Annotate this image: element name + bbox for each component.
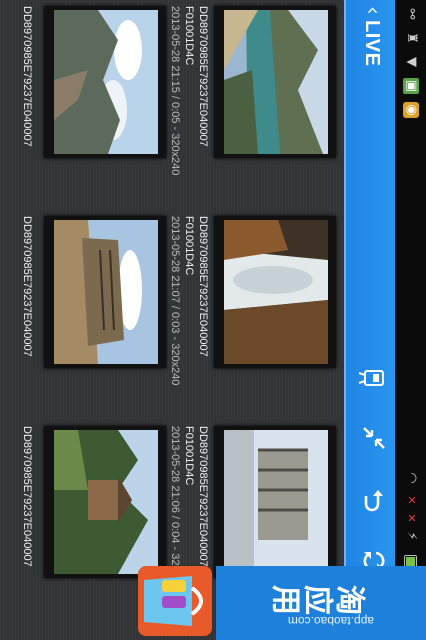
video-name: DD8970985E79237E040007 (21, 6, 33, 147)
video-grid: DD8970985E79237E040007 F01001D4C 2013-05… (0, 0, 344, 640)
video-thumbnail[interactable] (44, 216, 166, 368)
signal-off-icon: ✕ (405, 513, 418, 523)
video-name-suffix: F01001D4C (183, 6, 195, 66)
video-info: 2013-05-28 21:07 / 0:03 - 320x240 (169, 216, 181, 386)
ad-brand: 淘应用 (270, 579, 366, 614)
collapse-arrows-icon[interactable] (355, 422, 387, 454)
video-thumbnail[interactable] (214, 6, 336, 158)
status-bar: ⚯ ♜ ▼ ▣ ◉ ◠ ✕ ✕ ⚡ 2 (395, 0, 426, 640)
action-bar: ‹ LIVE (344, 0, 395, 640)
video-column: DD8970985E79237E040007 F01001D4C 2013-05… (0, 0, 344, 210)
video-meta: DD8970985E79237E040007 (20, 216, 34, 416)
video-name-suffix: F01001D4C (183, 216, 195, 276)
video-name: DD8970985E79237E040007 (197, 216, 209, 357)
page-title: LIVE (361, 20, 383, 67)
camera-icon[interactable] (355, 362, 387, 394)
charging-icon: ⚡ (404, 531, 419, 541)
video-thumbnail[interactable] (214, 426, 336, 578)
undo-icon[interactable] (355, 484, 387, 516)
taobao-ad[interactable] (0, 562, 216, 640)
video-meta: DD8970985E79237E040007 (20, 6, 34, 206)
wifi-icon: ◠ (404, 472, 419, 484)
app-notification-icon: ▣ (403, 78, 419, 94)
ad-url: app.taobao.com (287, 614, 374, 628)
video-name: DD8970985E79237E040007 (197, 6, 209, 147)
video-thumbnail[interactable] (214, 216, 336, 368)
video-column: DD8970985E79237E040007 F01001D4C 2013-05… (0, 210, 344, 420)
ad-text-block[interactable]: 淘应用 app.taobao.com (216, 566, 426, 640)
app-notification-icon: ◉ (403, 102, 419, 118)
signal-off-icon: ✕ (405, 495, 418, 505)
video-info: 2013-05-28 21:15 / 0:05 - 320x240 (169, 6, 181, 176)
shopping-bag-icon (138, 566, 212, 636)
android-debug-icon: ♜ (404, 32, 419, 44)
video-thumbnail[interactable] (44, 426, 166, 578)
video-meta: DD8970985E79237E040007 F01001D4C 2013-05… (168, 6, 210, 206)
usb-icon: ⚯ (404, 8, 419, 20)
video-name: DD8970985E79237E040007 (21, 216, 33, 357)
download-icon: ▼ (404, 57, 419, 67)
app-screen: ⚯ ♜ ▼ ▣ ◉ ◠ ✕ ✕ ⚡ 2 ‹ LIVE (0, 0, 426, 640)
video-thumbnail[interactable] (44, 6, 166, 158)
video-meta: DD8970985E79237E040007 F01001D4C 2013-05… (168, 216, 210, 416)
chevron-left-icon[interactable]: ‹ (359, 6, 385, 15)
